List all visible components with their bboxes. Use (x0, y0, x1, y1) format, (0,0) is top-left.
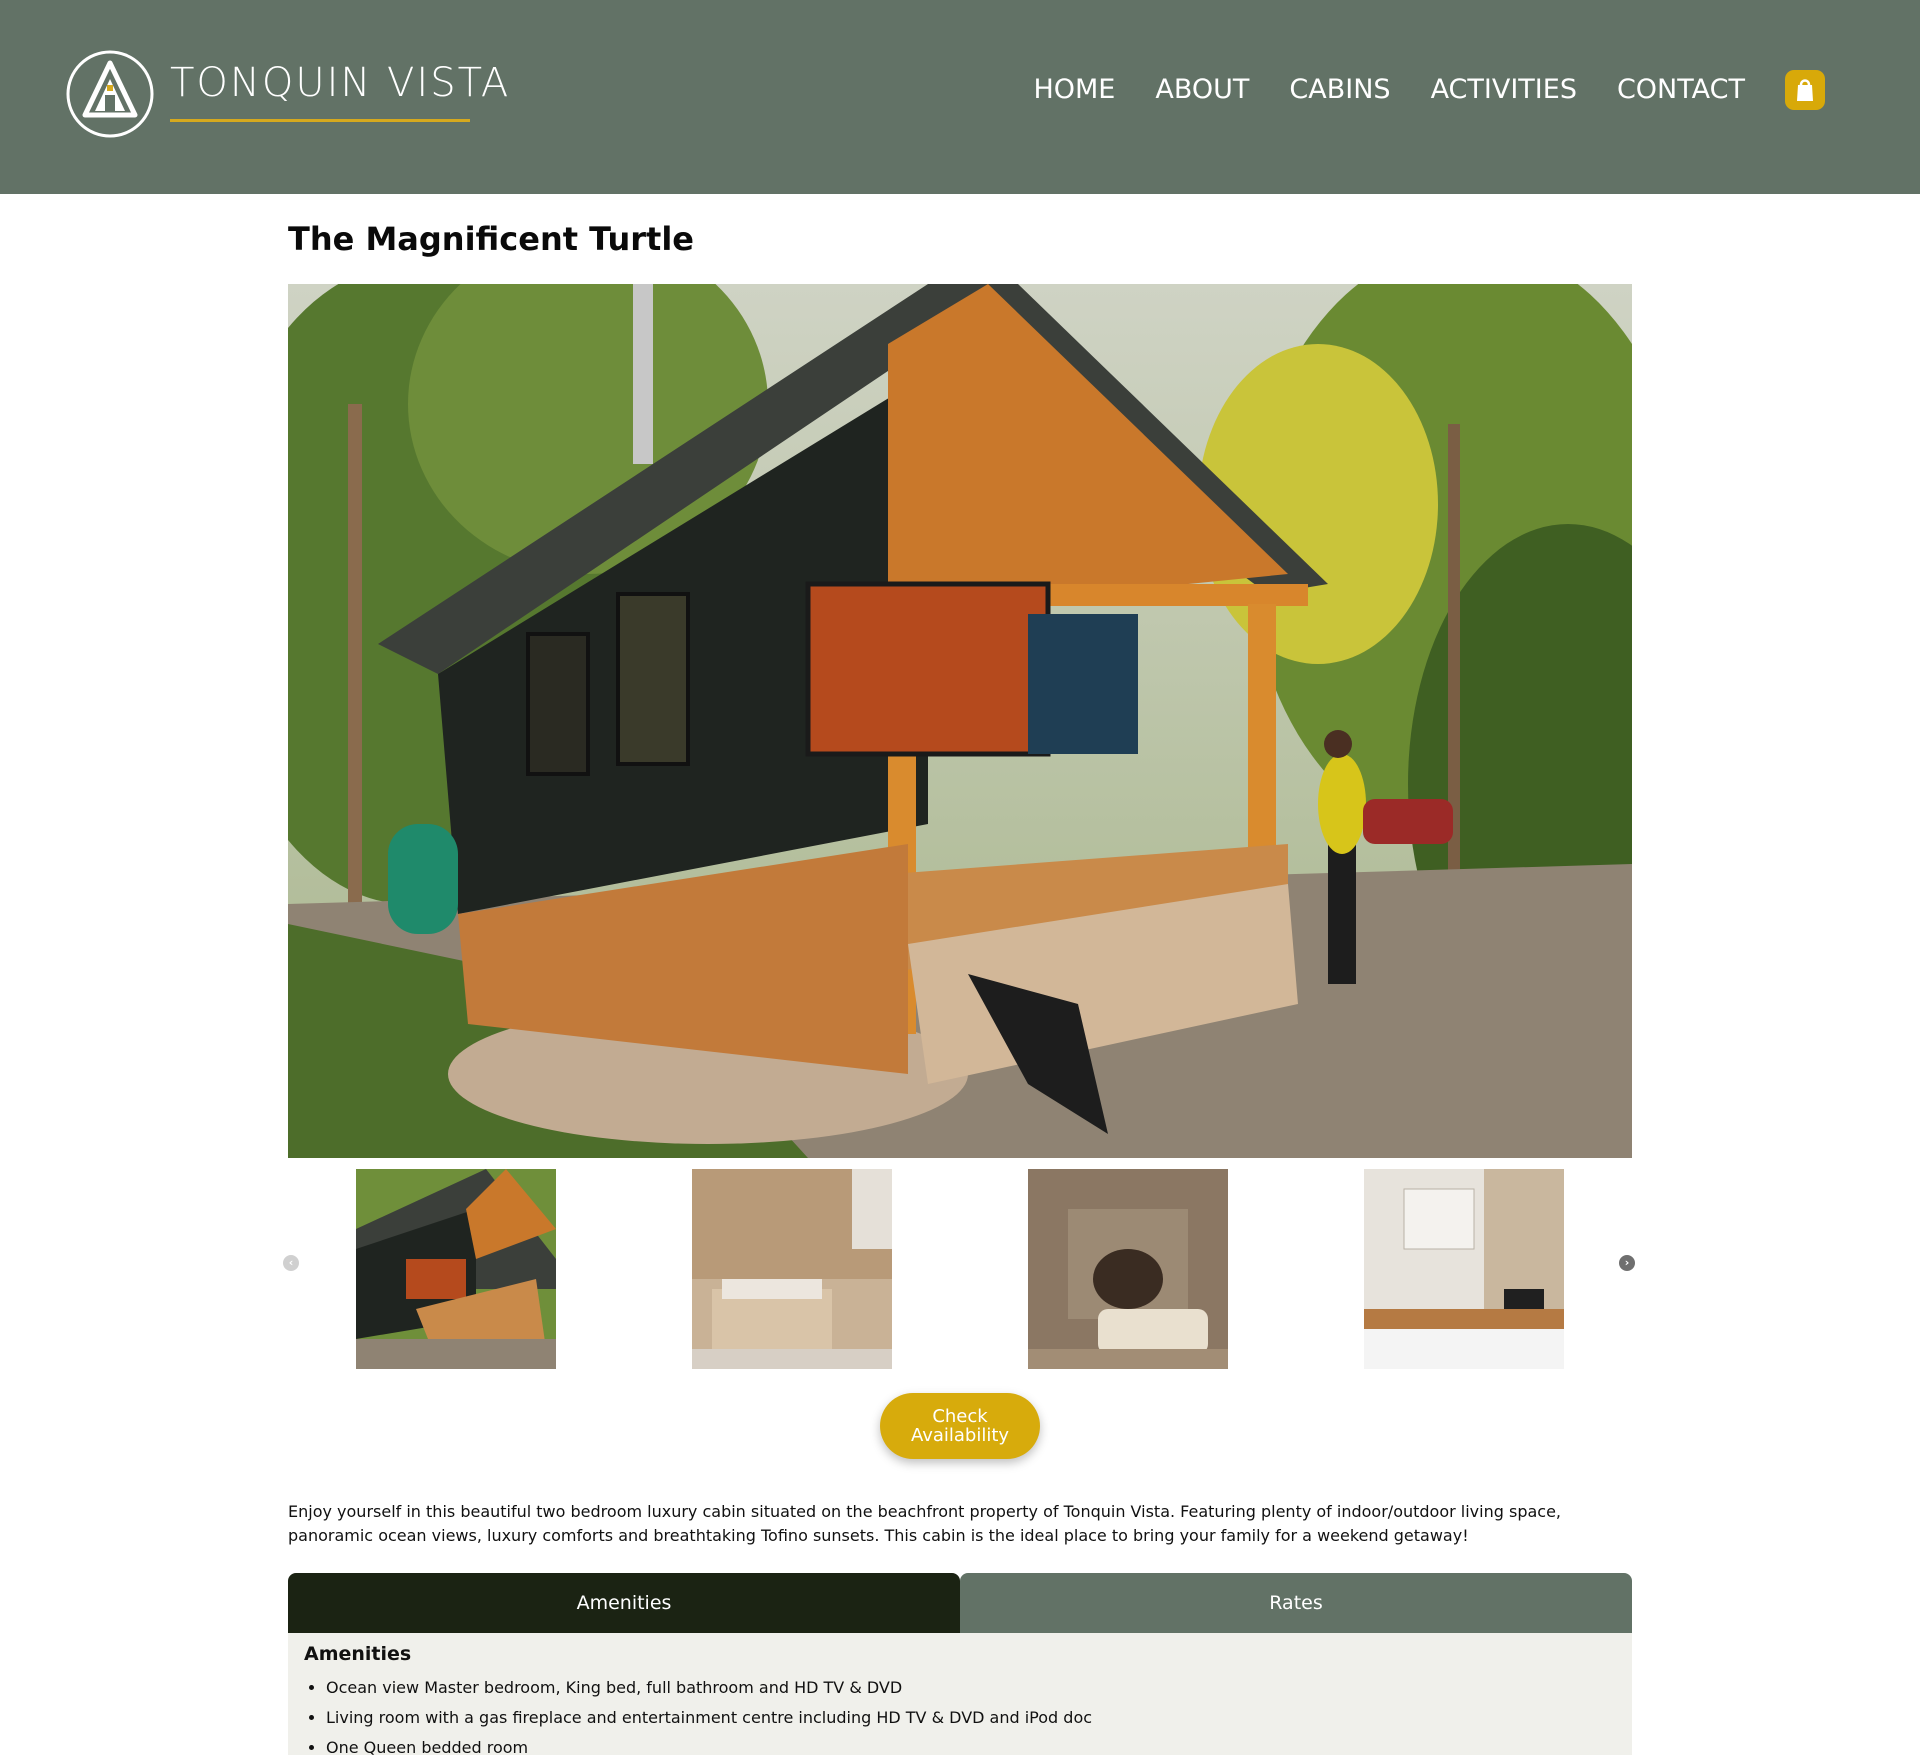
fireplace-living-room-thumbnail[interactable] (1028, 1169, 1228, 1369)
a-frame-cabin-icon[interactable] (65, 49, 155, 139)
cta-label-line2: Availability (910, 1425, 1010, 1446)
chevron-left-icon: ‹ (288, 1256, 294, 1269)
brand-underline (170, 119, 470, 122)
check-availability-button[interactable]: Check Availability (880, 1393, 1040, 1459)
shopping-bag-icon[interactable] (1785, 70, 1825, 110)
cabin-title: The Magnificent Turtle (288, 220, 694, 258)
brand-name[interactable]: TONQUIN VISTA (170, 58, 510, 108)
amenities-panel: Amenities Ocean view Master bedroom, Kin… (288, 1633, 1632, 1755)
nav-cabins[interactable]: CABINS (1289, 72, 1390, 108)
nav-home[interactable]: HOME (1033, 72, 1115, 108)
amenities-list: Ocean view Master bedroom, King bed, ful… (326, 1676, 1092, 1755)
tab-rates[interactable]: Rates (960, 1573, 1632, 1633)
carousel-next-button[interactable]: › (1619, 1255, 1635, 1271)
cabin-description: Enjoy yourself in this beautiful two bed… (288, 1502, 1561, 1545)
amenity-item: One Queen bedded room (326, 1736, 1092, 1755)
nav-contact[interactable]: CONTACT (1617, 72, 1745, 108)
kitchen-thumbnail[interactable] (1364, 1169, 1564, 1369)
carousel-prev-button[interactable]: ‹ (283, 1255, 299, 1271)
nav-about[interactable]: ABOUT (1155, 72, 1249, 108)
bedroom-thumbnail[interactable] (692, 1169, 892, 1369)
site-header: TONQUIN VISTA HOME ABOUT CABINS ACTIVITI… (0, 0, 1920, 194)
main-nav: HOME ABOUT CABINS ACTIVITIES CONTACT (1033, 72, 1745, 108)
amenity-item: Living room with a gas fireplace and ent… (326, 1706, 1092, 1736)
nav-activities[interactable]: ACTIVITIES (1431, 72, 1577, 108)
cabin-exterior-photo (288, 284, 1632, 1158)
tab-amenities[interactable]: Amenities (288, 1573, 960, 1633)
info-tabs: Amenities Rates (288, 1573, 1632, 1633)
cta-label-line1: Check (932, 1406, 988, 1427)
cabin-exterior-thumbnail[interactable] (356, 1169, 556, 1369)
amenities-heading: Amenities (304, 1643, 412, 1665)
amenity-item: Ocean view Master bedroom, King bed, ful… (326, 1676, 1092, 1706)
chevron-right-icon: › (1624, 1256, 1630, 1269)
